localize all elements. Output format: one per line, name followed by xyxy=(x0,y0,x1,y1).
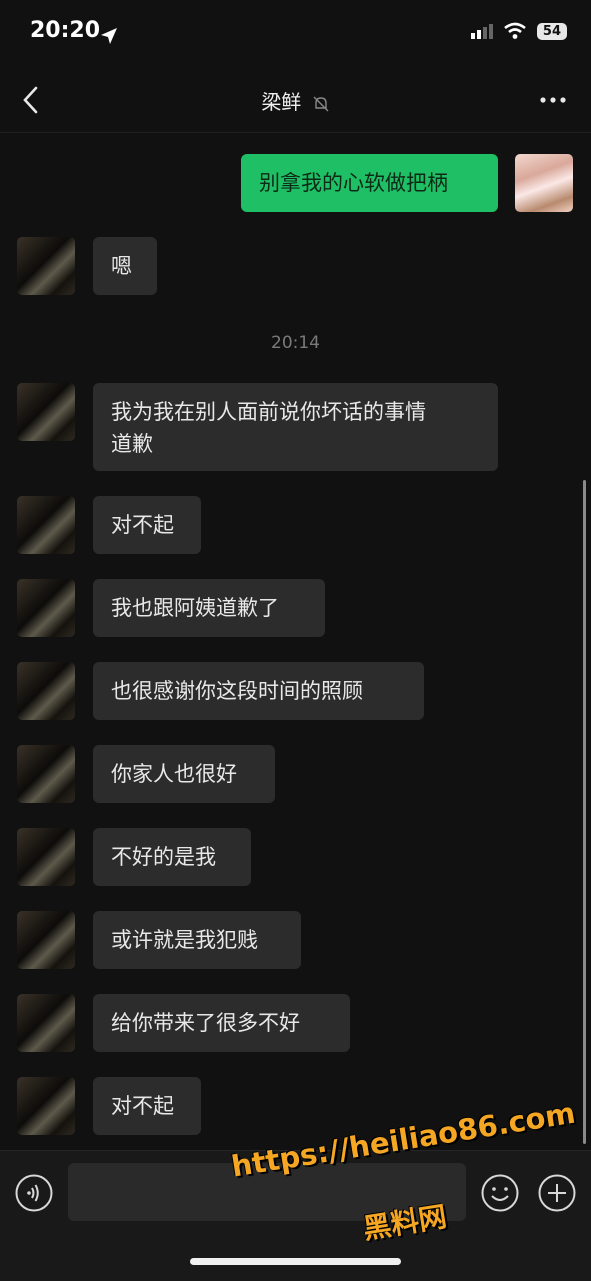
contact-avatar[interactable] xyxy=(17,745,75,803)
wifi-icon xyxy=(504,22,526,39)
scrollbar[interactable] xyxy=(583,480,586,1144)
contact-avatar[interactable] xyxy=(17,994,75,1052)
chat-header: 梁鲜 xyxy=(0,70,591,133)
incoming-message[interactable]: 我也跟阿姨道歉了 xyxy=(93,579,325,637)
incoming-message[interactable]: 不好的是我 xyxy=(93,828,251,886)
contact-avatar[interactable] xyxy=(17,237,75,295)
location-arrow-icon xyxy=(101,28,117,44)
contact-name: 梁鲜 xyxy=(261,90,302,114)
contact-avatar[interactable] xyxy=(17,383,75,441)
incoming-message[interactable]: 你家人也很好 xyxy=(93,745,275,803)
outgoing-message[interactable]: 别拿我的心软做把柄 xyxy=(241,154,498,212)
voice-input-icon[interactable] xyxy=(14,1173,54,1213)
message-timestamp: 20:14 xyxy=(271,333,320,353)
battery-level: 54 xyxy=(536,22,567,40)
incoming-message[interactable]: 给你带来了很多不好 xyxy=(93,994,350,1052)
status-indicators: 54 xyxy=(470,22,567,40)
incoming-message[interactable]: 对不起 xyxy=(93,1077,201,1135)
incoming-message[interactable]: 也很感谢你这段时间的照顾 xyxy=(93,662,424,720)
contact-avatar[interactable] xyxy=(17,911,75,969)
message-list[interactable]: 别拿我的心软做把柄 嗯 20:14 我为我在别人面前说你坏话的事情 道歉 对不起… xyxy=(0,133,591,1150)
contact-avatar[interactable] xyxy=(17,579,75,637)
contact-avatar[interactable] xyxy=(17,1077,75,1135)
emoji-icon[interactable] xyxy=(480,1173,520,1213)
incoming-message[interactable]: 嗯 xyxy=(93,237,157,295)
plus-icon[interactable] xyxy=(537,1173,577,1213)
home-indicator[interactable] xyxy=(190,1258,401,1265)
my-avatar[interactable] xyxy=(515,154,573,212)
more-options-icon[interactable] xyxy=(537,88,569,112)
contact-avatar[interactable] xyxy=(17,828,75,886)
chat-title: 梁鲜 xyxy=(0,86,591,115)
contact-avatar[interactable] xyxy=(17,496,75,554)
signal-icon xyxy=(470,24,493,39)
incoming-message[interactable]: 或许就是我犯贱 xyxy=(93,911,301,969)
muted-bell-icon xyxy=(313,96,329,111)
contact-avatar[interactable] xyxy=(17,662,75,720)
incoming-message[interactable]: 我为我在别人面前说你坏话的事情 道歉 xyxy=(93,383,498,471)
status-time: 20:20 xyxy=(30,18,101,43)
incoming-message[interactable]: 对不起 xyxy=(93,496,201,554)
status-bar: 20:20 54 xyxy=(0,0,591,70)
